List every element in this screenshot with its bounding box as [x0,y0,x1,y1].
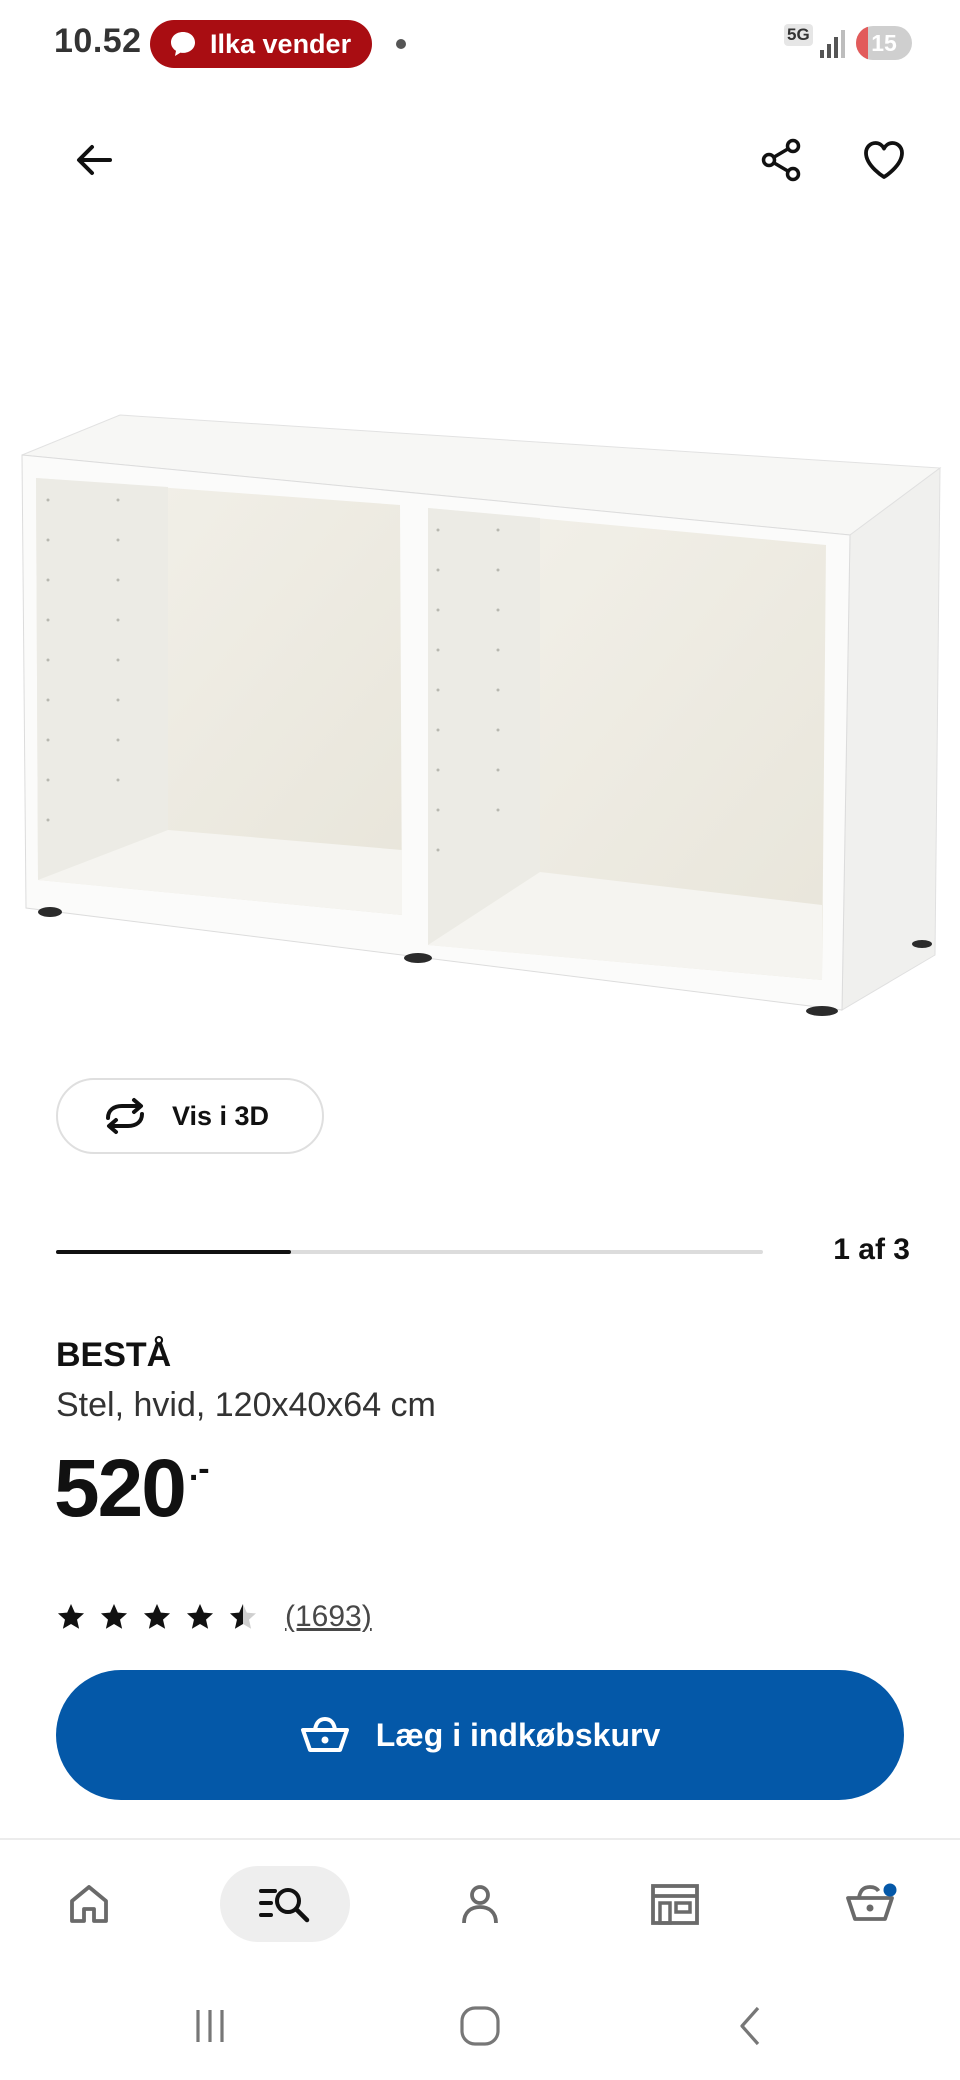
home-icon [70,1885,108,1923]
view-in-3d-button[interactable]: Vis i 3D [56,1078,324,1154]
share-icon [761,138,801,182]
cart-badge-icon [883,1883,897,1897]
product-price: 520 .- [54,1448,210,1530]
search-list-icon [259,1888,310,1923]
view-in-3d-label: Vis i 3D [172,1100,270,1131]
rotate-3d-icon [106,1098,144,1134]
notification-dot-icon [396,39,406,49]
gallery-progress-fill [56,1250,292,1254]
cart-icon [846,1883,897,1921]
battery-percent: 15 [871,29,897,56]
product-image[interactable] [0,380,960,1030]
product-description: Stel, hvid, 120x40x64 cm [56,1386,436,1424]
status-time: 10.52 [54,22,142,60]
nav-profile[interactable] [415,1866,545,1942]
star-icon [230,1604,256,1629]
home-circle-icon [460,2006,500,2046]
system-navigation [0,1978,960,2080]
product-name: BESTÅ [56,1336,172,1374]
heart-icon [864,141,904,179]
recents-icon [196,2010,224,2042]
gallery-position: 1 af 3 [833,1233,910,1266]
chat-bubble-icon [171,32,195,56]
review-count-link[interactable]: (1693) [285,1600,372,1634]
store-icon [651,1884,699,1925]
favourite-button[interactable] [848,124,920,196]
nav-home[interactable] [24,1866,154,1942]
nav-cart[interactable] [807,1866,937,1942]
chevron-left-icon [740,2006,760,2046]
star-icon [187,1604,213,1629]
top-toolbar [0,110,960,210]
star-icon [58,1604,84,1629]
nav-search[interactable] [220,1866,350,1942]
price-suffix: .- [188,1450,210,1488]
share-button[interactable] [745,124,817,196]
star-icon [144,1604,170,1629]
ongoing-call-chip[interactable]: Ilka vender [150,20,372,68]
call-label: Ilka vender [210,28,352,59]
add-to-cart-label: Læg i indkøbskurv [375,1716,661,1753]
status-bar: 10.52 Ilka vender 5G 15 [0,0,960,92]
rating-stars [56,1602,271,1632]
back-button[interactable] [58,124,130,196]
battery-level [856,26,868,60]
nav-store[interactable] [610,1866,740,1942]
bottom-navigation [0,1838,960,1978]
recents-button[interactable] [170,1996,250,2056]
shopping-basket-icon [300,1716,349,1752]
product-rating[interactable]: (1693) [56,1600,372,1634]
star-icon [101,1604,127,1629]
signal-icon [820,30,845,58]
person-icon [462,1885,498,1924]
gallery-progress-track[interactable] [56,1250,763,1254]
price-value: 520 [54,1443,187,1534]
network-type-label: 5G [784,24,813,46]
system-back-button[interactable] [710,1996,790,2056]
arrow-left-icon [77,145,112,175]
system-home-button[interactable] [440,1996,520,2056]
add-to-cart-button[interactable]: Læg i indkøbskurv [56,1670,904,1800]
battery-icon: 15 [856,26,912,60]
